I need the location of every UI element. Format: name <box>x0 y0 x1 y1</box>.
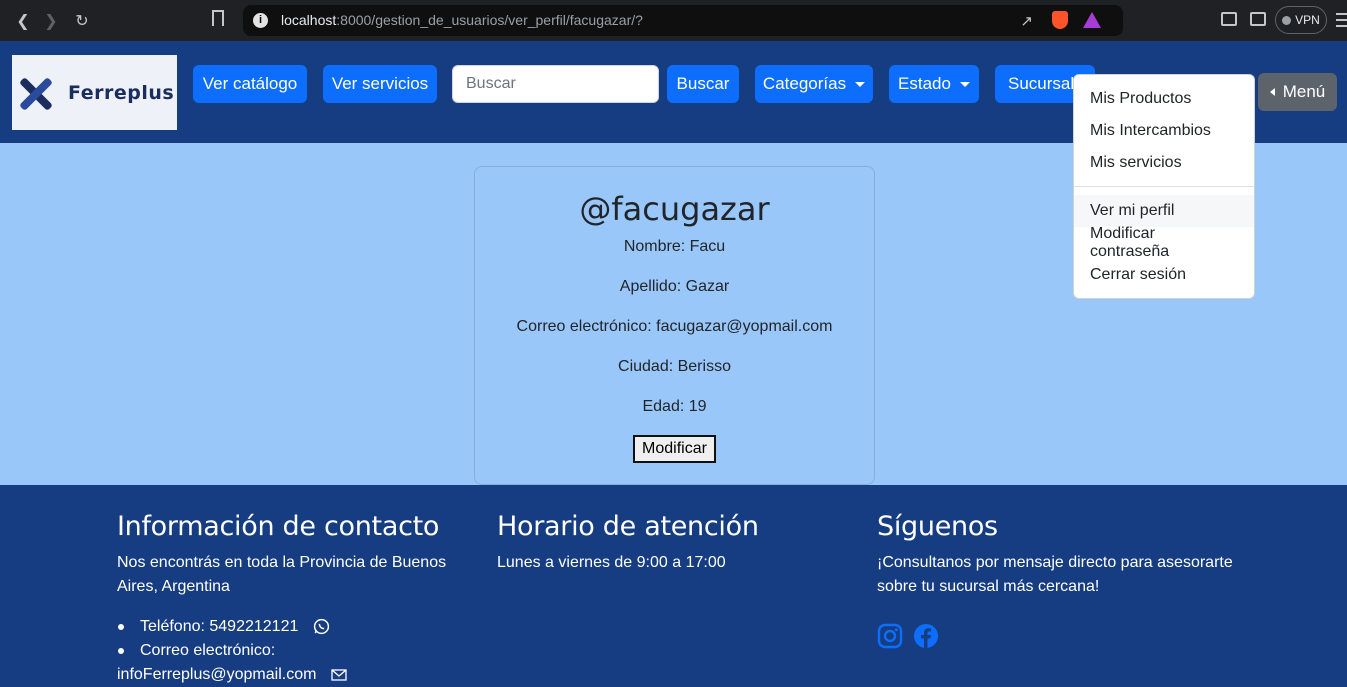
search-button[interactable]: Buscar <box>667 65 739 103</box>
dropdown-item-cerrar-sesion[interactable]: Cerrar sesión <box>1074 259 1254 291</box>
caret-down-icon <box>855 81 866 87</box>
caret-down-icon <box>959 81 970 87</box>
contact-phone: Teléfono: 5492212121 <box>140 618 299 635</box>
profile-ciudad: Ciudad: Berisso <box>618 358 731 375</box>
url-text[interactable]: localhost:8000/gestion_de_usuarios/ver_p… <box>281 12 643 28</box>
footer-follow-title: Síguenos <box>877 511 998 542</box>
profile-correo: Correo electrónico: facugazar@yopmail.co… <box>516 318 833 335</box>
address-bar[interactable]: i localhost:8000/gestion_de_usuarios/ver… <box>243 5 1123 36</box>
footer: Información de contacto Nos encontrás en… <box>0 485 1347 687</box>
whatsapp-icon[interactable] <box>313 618 330 635</box>
instagram-icon[interactable] <box>877 623 903 649</box>
estado-dropdown[interactable]: Estado <box>889 65 979 103</box>
footer-contact-section: Información de contacto Nos encontrás en… <box>117 509 462 687</box>
contact-list: Teléfono: 5492212121 Correo electrónico:… <box>117 615 462 687</box>
dropdown-divider <box>1074 186 1254 187</box>
site-info-icon[interactable]: i <box>253 13 268 28</box>
profile-apellido: Apellido: Gazar <box>619 278 730 295</box>
ver-servicios-button[interactable]: Ver servicios <box>323 65 437 103</box>
footer-follow-section: Síguenos ¡Consultanos por mensaje direct… <box>877 509 1237 649</box>
search-input[interactable] <box>452 65 659 103</box>
categorias-dropdown[interactable]: Categorías <box>755 65 873 103</box>
dropdown-item-ver-mi-perfil[interactable]: Ver mi perfil <box>1074 195 1254 227</box>
dropdown-item-mis-productos[interactable]: Mis Productos <box>1074 83 1254 115</box>
footer-hours-section: Horario de atención Lunes a viernes de 9… <box>497 509 842 575</box>
sidebar-icon[interactable] <box>1221 12 1237 26</box>
logo-text: Ferreplus <box>68 81 175 104</box>
contact-phone-item: Teléfono: 5492212121 <box>117 615 462 639</box>
estado-label: Estado <box>898 74 951 93</box>
email-icon[interactable] <box>331 668 347 682</box>
brave-rewards-icon[interactable] <box>1083 12 1101 28</box>
menu-button[interactable]: Menú <box>1258 73 1337 111</box>
user-dropdown-menu: Mis Productos Mis Intercambios Mis servi… <box>1073 74 1255 299</box>
profile-nombre: Nombre: Facu <box>623 238 726 255</box>
profile-username: @facugazar <box>579 190 770 228</box>
menu-label: Menú <box>1282 82 1326 101</box>
back-icon[interactable]: ❮ <box>12 10 34 32</box>
browser-menu-icon[interactable] <box>1336 13 1347 27</box>
forward-icon[interactable]: ❯ <box>40 10 62 32</box>
reload-icon[interactable]: ↻ <box>71 10 93 32</box>
browser-toolbar: ❮ ❯ ↻ i localhost:8000/gestion_de_usuari… <box>0 0 1347 41</box>
categorias-label: Categorías <box>762 74 847 93</box>
footer-follow-text: ¡Consultanos por mensaje directo para as… <box>877 554 1233 595</box>
caret-left-icon <box>1269 88 1275 96</box>
contact-email: infoFerreplus@yopmail.com <box>117 666 317 683</box>
dropdown-item-mis-servicios[interactable]: Mis servicios <box>1074 147 1254 179</box>
dropdown-item-modificar-contrasena[interactable]: Modificar contraseña <box>1074 225 1254 260</box>
brave-shields-icon[interactable] <box>1052 11 1068 29</box>
share-icon[interactable]: ↗ <box>1020 12 1033 30</box>
vpn-status-icon <box>1282 15 1292 25</box>
footer-contact-text: Nos encontrás en toda la Provincia de Bu… <box>117 554 447 595</box>
footer-hours-title: Horario de atención <box>497 511 759 542</box>
sucursal-label: Sucursal <box>1008 74 1075 93</box>
ver-catalogo-button[interactable]: Ver catálogo <box>193 65 307 103</box>
profile-card: @facugazar Nombre: Facu Apellido: Gazar … <box>474 166 875 485</box>
wallet-icon[interactable] <box>1250 12 1266 26</box>
vpn-label: VPN <box>1295 13 1320 27</box>
logo[interactable]: Ferreplus <box>12 55 177 130</box>
profile-edad: Edad: 19 <box>642 398 707 415</box>
contact-email-item: Correo electrónico: infoFerreplus@yopmai… <box>117 639 462 687</box>
bookmark-icon[interactable] <box>212 10 224 26</box>
facebook-icon[interactable] <box>913 623 939 649</box>
dropdown-item-mis-intercambios[interactable]: Mis Intercambios <box>1074 115 1254 147</box>
social-links <box>877 623 1237 649</box>
footer-hours-text: Lunes a viernes de 9:00 a 17:00 <box>497 554 726 571</box>
contact-email-label: Correo electrónico: <box>140 642 276 659</box>
footer-contact-title: Información de contacto <box>117 511 440 542</box>
vpn-button[interactable]: VPN <box>1275 6 1327 34</box>
tools-logo-icon <box>14 71 58 115</box>
modificar-button[interactable]: Modificar <box>633 435 716 463</box>
